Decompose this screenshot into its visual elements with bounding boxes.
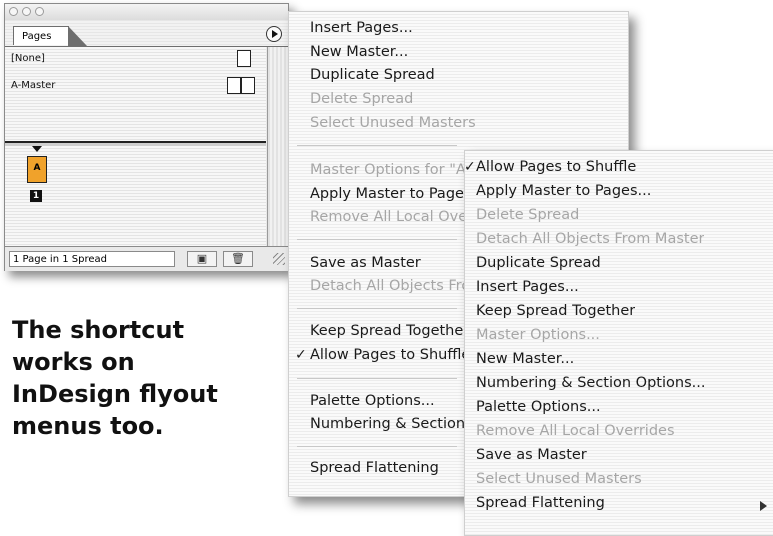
menu-separator [297,308,457,309]
pages-palette: Pages [None] A-Master A 1 1 Page in 1 Sp… [4,3,289,271]
palette-titlebar[interactable] [5,4,288,20]
menu-item[interactable]: Palette Options... [476,399,601,415]
checkmark-icon: ✓ [295,347,307,363]
close-window-button[interactable] [9,7,18,16]
menu-item: Master Options... [476,327,600,343]
menu-item[interactable]: Spread Flattening [310,460,470,476]
menu-item[interactable]: Allow Pages to Shuffle [476,159,636,175]
spread-page-icon [227,77,255,94]
single-page-icon [237,50,251,67]
menu-item[interactable]: Save as Master [476,447,587,463]
master-none[interactable]: [None] [11,53,45,64]
menu-item[interactable]: New Master... [310,44,408,60]
masters-section: [None] A-Master [5,47,266,142]
minimize-window-button[interactable] [22,7,31,16]
menu-item[interactable]: Apply Master to Pages... [476,183,651,199]
menu-separator [297,145,457,146]
menu-item: Select Unused Masters [310,115,476,131]
page-number: 1 [30,190,42,202]
flyout-menu-icon[interactable] [266,26,282,42]
menu-separator [297,446,457,447]
menu-item: Detach All Objects From Master [476,231,705,247]
menu-item: Remove All Local Overrides [476,423,675,439]
flyout-menu-sorted: ✓ Allow Pages to Shuffle Apply Master to… [464,150,773,536]
menu-item: Select Unused Masters [476,471,642,487]
tab-pages[interactable]: Pages [13,26,87,46]
menu-item[interactable]: Duplicate Spread [310,67,435,83]
menu-item[interactable]: Keep Spread Together [476,303,635,319]
menu-item[interactable]: Apply Master to Pages... [310,186,470,202]
caption-line: The shortcut [12,316,185,344]
menu-separator [297,378,457,379]
current-spread-marker [32,146,42,152]
menu-item[interactable]: Allow Pages to Shuffle [310,347,470,363]
menu-item[interactable]: Insert Pages... [476,279,579,295]
caption-line: InDesign flyout [12,380,218,408]
menu-item[interactable]: Numbering & Section Options... [310,416,470,432]
palette-tab-row: Pages [5,20,288,47]
trash-icon[interactable]: 🗑 [223,251,253,267]
menu-item[interactable]: Insert Pages... [310,20,413,36]
menu-item[interactable]: Palette Options... [310,393,470,409]
menu-item: Detach All Objects From Master [310,278,470,294]
new-page-icon[interactable]: ▣ [187,251,217,267]
caption-text: The shortcut works on InDesign flyout me… [12,314,272,442]
menu-item[interactable]: New Master... [476,351,574,367]
master-a[interactable]: A-Master [11,80,55,91]
caption-line: works on [12,348,135,376]
page-thumbnail[interactable]: A [27,156,47,183]
menu-item[interactable]: Save as Master [310,255,470,271]
menu-item[interactable]: Duplicate Spread [476,255,601,271]
spread-status: 1 Page in 1 Spread [9,251,175,267]
palette-footer: 1 Page in 1 Spread ▣ 🗑 [5,246,288,271]
menu-item: Delete Spread [476,207,580,223]
menu-item: Delete Spread [310,91,414,107]
menu-item[interactable]: Spread Flattening [476,495,605,511]
menu-item: Remove All Local Overrides [310,209,470,225]
menu-item[interactable]: Keep Spread Together [310,323,470,339]
caption-line: menus too. [12,412,164,440]
palette-scrollbar[interactable] [267,47,289,246]
zoom-window-button[interactable] [35,7,44,16]
menu-item: Master Options for "A-Master"... [310,162,470,178]
menu-item[interactable]: Numbering & Section Options... [476,375,705,391]
submenu-arrow-icon [760,501,767,511]
pages-section: A 1 [5,146,266,246]
menu-separator [297,239,457,240]
checkmark-icon: ✓ [464,159,476,175]
resize-grip-icon[interactable] [273,253,285,265]
